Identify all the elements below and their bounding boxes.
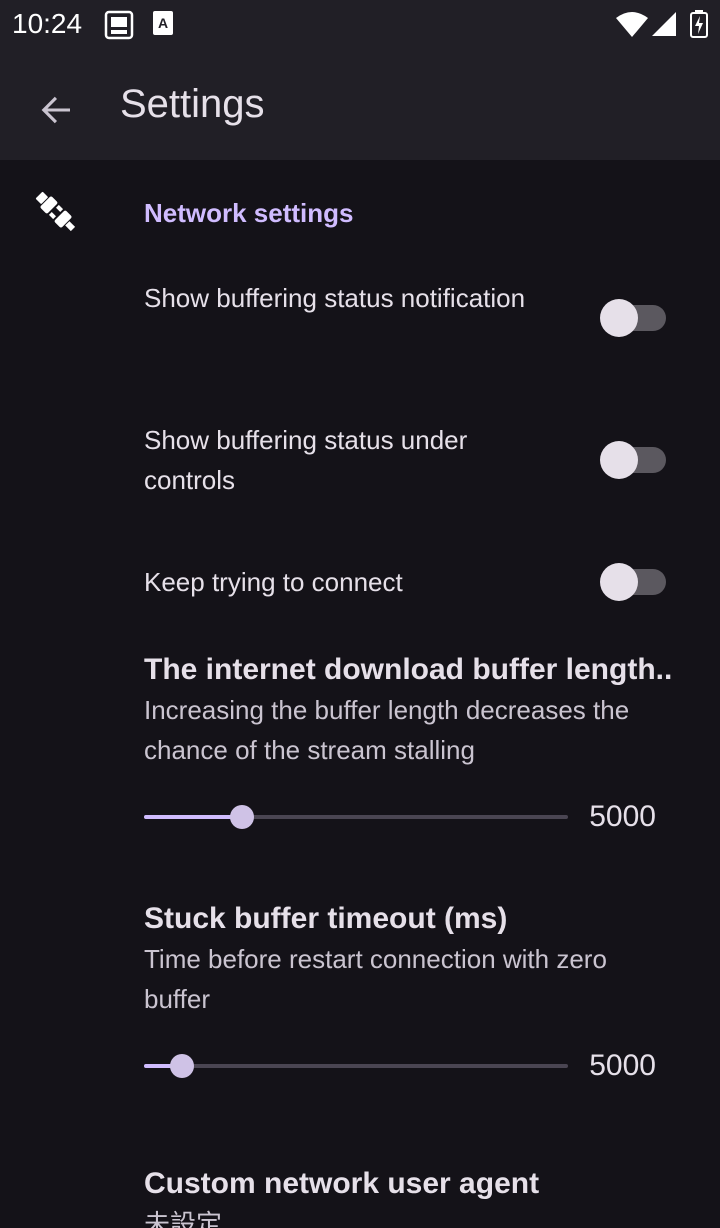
page-title: Settings [120,82,265,126]
plug-icon [32,188,80,241]
status-time: 10:24 [12,8,83,39]
switch-buffering-notification[interactable] [600,297,666,337]
pref-title: Keep trying to connect [144,567,403,597]
pref-summary: Increasing the buffer length decreases t… [144,695,630,765]
category-title: Network settings [144,198,354,228]
pref-title: Show buffering status under controls [144,425,468,495]
pref-download-buffer-length[interactable]: The internet download buffer length.. In… [144,650,704,770]
back-button[interactable] [28,84,84,140]
slider-rail [144,1064,568,1068]
switch-thumb [600,441,638,479]
slider-download-buffer-length[interactable]: 5000 [144,797,656,837]
settings-list[interactable]: Network settings Show buffering status n… [0,160,720,1228]
signal-icon [652,12,676,36]
pref-title: Stuck buffer timeout (ms) [144,902,508,935]
switch-keep-trying[interactable] [600,561,666,601]
sim-card-icon [104,10,134,40]
slider-value: 5000 [589,800,656,833]
wifi-icon [616,12,648,38]
slider-value: 5000 [589,1049,656,1082]
svg-text:A: A [158,15,168,31]
pref-title: The internet download buffer length.. [144,653,673,686]
pref-title: Show buffering status notification [144,283,526,313]
switch-thumb [600,563,638,601]
status-bar: 10:24 A [0,0,720,50]
slider-fill [144,815,242,819]
battery-charging-icon [690,10,708,38]
pref-summary: 未設定 [144,1209,223,1228]
pref-summary: Time before restart connection with zero… [144,944,607,1014]
switch-thumb [600,299,638,337]
pref-custom-user-agent[interactable]: Custom network user agent 未設定 [144,1164,704,1228]
arrow-back-icon [38,92,74,133]
keyboard-a-icon: A [152,10,174,36]
slider-thumb[interactable] [170,1054,194,1078]
slider-thumb[interactable] [230,805,254,829]
pref-title: Custom network user agent [144,1167,540,1200]
slider-stuck-buffer-timeout[interactable]: 5000 [144,1046,656,1086]
app-bar: Settings [0,50,720,160]
switch-buffering-under-controls[interactable] [600,439,666,479]
pref-stuck-buffer-timeout[interactable]: Stuck buffer timeout (ms) Time before re… [144,899,704,1019]
